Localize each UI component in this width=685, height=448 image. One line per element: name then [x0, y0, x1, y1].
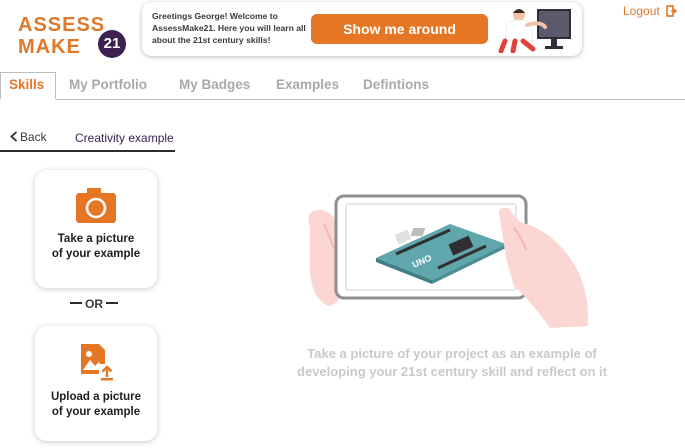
tab-examples[interactable]: Examples [276, 77, 339, 92]
page-title: Creativity example [75, 131, 174, 145]
tablet-photo-illustration: UNO [308, 194, 589, 328]
show-me-around-button[interactable]: Show me around [311, 14, 488, 44]
image-upload-icon [81, 344, 115, 381]
page: ASSESS MAKE 21 Greetings George! Welcome… [0, 0, 685, 448]
instruction-hint: Take a picture of your project as an exa… [268, 345, 636, 381]
or-line-left [69, 302, 82, 304]
hint-line2: developing your 21st century skill and r… [297, 364, 607, 379]
tab-my-portfolio[interactable]: My Portfolio [69, 77, 147, 92]
or-label: OR [85, 297, 103, 311]
logout-label: Logout [623, 4, 660, 18]
tab-skills[interactable]: Skills [9, 77, 44, 92]
chevron-left-icon [10, 131, 18, 142]
tab-my-badges[interactable]: My Badges [179, 77, 250, 92]
take-picture-card[interactable]: Take a picture of your example [35, 170, 157, 288]
upload-picture-line2: of your example [51, 406, 141, 418]
welcome-banner: Greetings George! Welcome to AssessMake2… [142, 2, 582, 56]
welcome-person-illustration [498, 9, 571, 53]
or-separator: OR [62, 297, 126, 311]
take-picture-line1: Take a picture [57, 233, 135, 245]
tab-definitions[interactable]: Defintions [363, 77, 429, 92]
logout-link[interactable]: Logout [623, 4, 678, 18]
or-line-right [106, 302, 119, 304]
upload-picture-line1: Upload a picture [50, 391, 142, 403]
assessmake21-logo[interactable]: ASSESS MAKE 21 [18, 14, 128, 62]
upload-picture-label: Upload a picture of your example [35, 390, 157, 420]
back-label: Back [20, 130, 47, 144]
welcome-message: Greetings George! Welcome to AssessMake2… [152, 11, 306, 45]
logout-icon [666, 5, 678, 17]
logo-text-assess: ASSESS [18, 14, 106, 36]
logo-badge-21: 21 [98, 30, 126, 58]
main-tab-bar: Skills My Portfolio My Badges Examples D… [0, 72, 685, 100]
camera-icon [76, 188, 116, 223]
take-picture-line2: of your example [51, 248, 141, 260]
upload-picture-card[interactable]: Upload a picture of your example [35, 326, 157, 441]
take-picture-label: Take a picture of your example [35, 232, 157, 262]
logo-text-make: MAKE [18, 36, 81, 58]
subheader-divider [0, 150, 175, 152]
back-button[interactable]: Back [10, 130, 47, 144]
hint-line1: Take a picture of your project as an exa… [307, 346, 597, 361]
